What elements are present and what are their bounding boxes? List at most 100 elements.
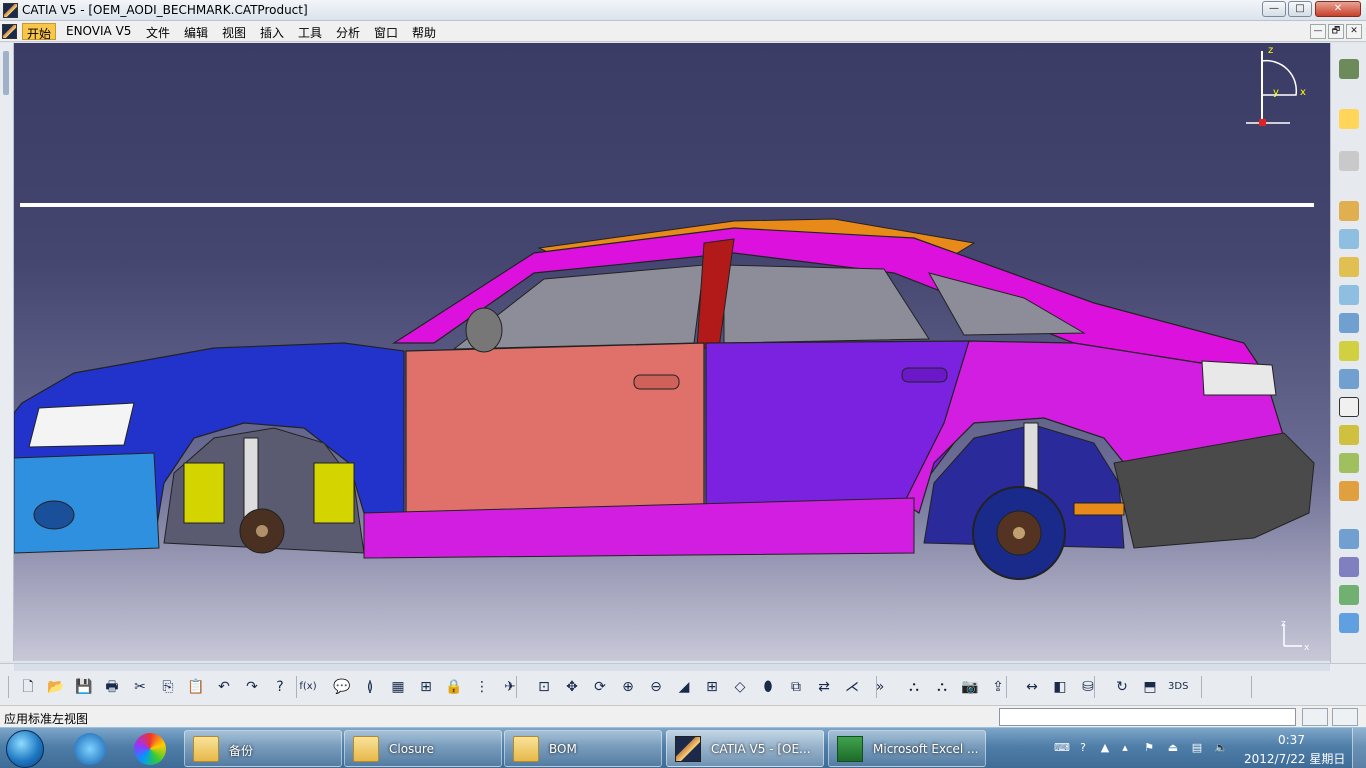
new-icon[interactable]: 🗋 xyxy=(18,677,38,697)
media-player-icon[interactable] xyxy=(134,733,166,765)
zoom-out-icon[interactable]: ⊖ xyxy=(646,677,666,697)
car-model[interactable] xyxy=(14,43,1330,661)
lock-icon[interactable]: 🔒 xyxy=(444,677,464,697)
menu-file[interactable]: 文件 xyxy=(142,23,174,40)
3d-viewport[interactable]: z x y z x xyxy=(14,43,1330,661)
redo-icon[interactable]: ↷ xyxy=(242,677,262,697)
comment-icon[interactable]: 💬 xyxy=(332,677,352,697)
chevron-up-icon[interactable]: ▲ xyxy=(1098,741,1112,755)
component-gear-icon[interactable] xyxy=(1339,257,1359,277)
vertical-scrollbar[interactable] xyxy=(0,43,14,661)
rotate-icon[interactable]: ⟳ xyxy=(590,677,610,697)
measure-between-icon[interactable]: ⋌ xyxy=(842,677,862,697)
menu-help[interactable]: 帮助 xyxy=(408,23,440,40)
section-icon[interactable]: ◧ xyxy=(1050,677,1070,697)
knowledge-icon[interactable]: ≬ xyxy=(360,677,380,697)
command-input[interactable] xyxy=(999,708,1296,726)
update-icon[interactable]: ↻ xyxy=(1112,677,1132,697)
fly-icon[interactable]: ✈ xyxy=(500,677,520,697)
fit-all-icon[interactable]: ⊡ xyxy=(534,677,554,697)
notification-arrow-icon[interactable]: ▴ xyxy=(1118,741,1132,755)
taskbar-item-closure[interactable]: Closure xyxy=(344,730,502,767)
catia-app-icon[interactable] xyxy=(3,3,18,18)
usb-icon[interactable]: ⏏ xyxy=(1166,741,1180,755)
compass-icon[interactable]: z x y xyxy=(1228,43,1308,133)
copy-icon[interactable]: ⎘ xyxy=(158,677,178,697)
clash-icon[interactable] xyxy=(1339,557,1359,577)
capture-icon[interactable]: 📷 xyxy=(960,677,980,697)
start-button[interactable] xyxy=(6,730,44,768)
shading-icon[interactable]: ⬮ xyxy=(758,677,778,697)
smart-move-icon[interactable] xyxy=(1339,585,1359,605)
horizontal-scrollbar[interactable] xyxy=(14,664,1330,671)
keyboard-icon[interactable]: ⌨ xyxy=(1054,741,1070,755)
replace-component-icon[interactable] xyxy=(1339,285,1359,305)
gears-icon[interactable] xyxy=(1339,59,1359,79)
document-icon[interactable] xyxy=(2,24,17,39)
pan-icon[interactable]: ✥ xyxy=(562,677,582,697)
iso-view-icon[interactable]: ◇ xyxy=(730,677,750,697)
reorder-icon[interactable] xyxy=(1339,341,1359,361)
cut-icon[interactable]: ✂ xyxy=(130,677,150,697)
minimize-button[interactable]: — xyxy=(1262,1,1286,17)
select-arrow-icon[interactable] xyxy=(1339,109,1359,129)
volume-icon[interactable]: 🔈 xyxy=(1214,741,1228,755)
catalog-icon[interactable]: ⋮ xyxy=(472,677,492,697)
clock-date[interactable]: 2012/7/22 星期日 xyxy=(1244,750,1345,767)
publish-icon[interactable]: ⇪ xyxy=(988,677,1008,697)
doc-restore-button[interactable]: 🗗 xyxy=(1328,24,1344,39)
undo-icon[interactable]: ↶ xyxy=(214,677,234,697)
multi-view-icon[interactable]: ⊞ xyxy=(702,677,722,697)
menu-view[interactable]: 视图 xyxy=(218,23,250,40)
show-desktop-button[interactable] xyxy=(1352,728,1366,768)
taskbar-item-excel[interactable]: Microsoft Excel ... xyxy=(828,730,986,767)
menu-insert[interactable]: 插入 xyxy=(256,23,288,40)
product-assembly-icon[interactable] xyxy=(1339,201,1359,221)
sketch-icon[interactable]: ⬒ xyxy=(1140,677,1160,697)
taskbar-item-catia[interactable]: CATIA V5 - [OE... xyxy=(666,730,824,767)
scroll-thumb[interactable] xyxy=(3,51,9,95)
zoom-in-icon[interactable]: ⊕ xyxy=(618,677,638,697)
save-icon[interactable]: 💾 xyxy=(74,677,94,697)
manipulate-icon[interactable] xyxy=(1339,453,1359,473)
doc-close-button[interactable]: ✕ xyxy=(1346,24,1362,39)
print-icon[interactable]: 🖶 xyxy=(102,677,122,697)
formula-icon[interactable]: f(x) xyxy=(298,677,318,697)
menu-start[interactable]: 开始 xyxy=(22,23,57,41)
reconnect-icon[interactable] xyxy=(1339,425,1359,445)
generate-numbering-icon[interactable] xyxy=(1339,369,1359,389)
select-gear-icon[interactable] xyxy=(1339,151,1359,171)
close-button[interactable]: ✕ xyxy=(1315,1,1361,17)
command-stop-button[interactable] xyxy=(1332,708,1358,726)
menu-enovia[interactable]: ENOVIA V5 xyxy=(62,23,135,40)
check-icon[interactable] xyxy=(1339,613,1359,633)
menu-analysis[interactable]: 分析 xyxy=(332,23,364,40)
apply-material-icon[interactable]: ⛬ xyxy=(904,677,924,697)
taskbar-item-bom[interactable]: BOM xyxy=(504,730,662,767)
inertia-icon[interactable]: ⛬ xyxy=(932,677,952,697)
clock-time[interactable]: 0:37 xyxy=(1278,733,1305,747)
network-icon[interactable]: ▤ xyxy=(1190,741,1204,755)
paste-icon[interactable]: 📋 xyxy=(186,677,206,697)
clash-analysis-icon[interactable]: ⛁ xyxy=(1078,677,1098,697)
existing-component-icon[interactable] xyxy=(1339,229,1359,249)
menu-edit[interactable]: 编辑 xyxy=(180,23,212,40)
hierarchy-icon[interactable]: ⊞ xyxy=(416,677,436,697)
internet-explorer-icon[interactable] xyxy=(74,733,106,765)
swap-space-icon[interactable]: ⇄ xyxy=(814,677,834,697)
open-icon[interactable]: 📂 xyxy=(46,677,66,697)
hide-show-icon[interactable]: ⧉ xyxy=(786,677,806,697)
taskbar-item-backup[interactable]: 备份 xyxy=(184,730,342,767)
menu-window[interactable]: 窗口 xyxy=(370,23,402,40)
measure-item-icon[interactable]: » xyxy=(870,677,890,697)
help-tray-icon[interactable]: ? xyxy=(1076,741,1090,755)
explode-icon[interactable] xyxy=(1339,529,1359,549)
maximize-button[interactable]: □ xyxy=(1288,1,1312,17)
table-icon[interactable]: ▦ xyxy=(388,677,408,697)
menu-tools[interactable]: 工具 xyxy=(294,23,326,40)
graph-tree-icon[interactable] xyxy=(1339,313,1359,333)
action-center-icon[interactable]: ⚑ xyxy=(1142,741,1156,755)
normal-view-icon[interactable]: ◢ xyxy=(674,677,694,697)
snap-icon[interactable] xyxy=(1339,481,1359,501)
catia-logo-icon[interactable]: 3DS xyxy=(1168,677,1188,697)
